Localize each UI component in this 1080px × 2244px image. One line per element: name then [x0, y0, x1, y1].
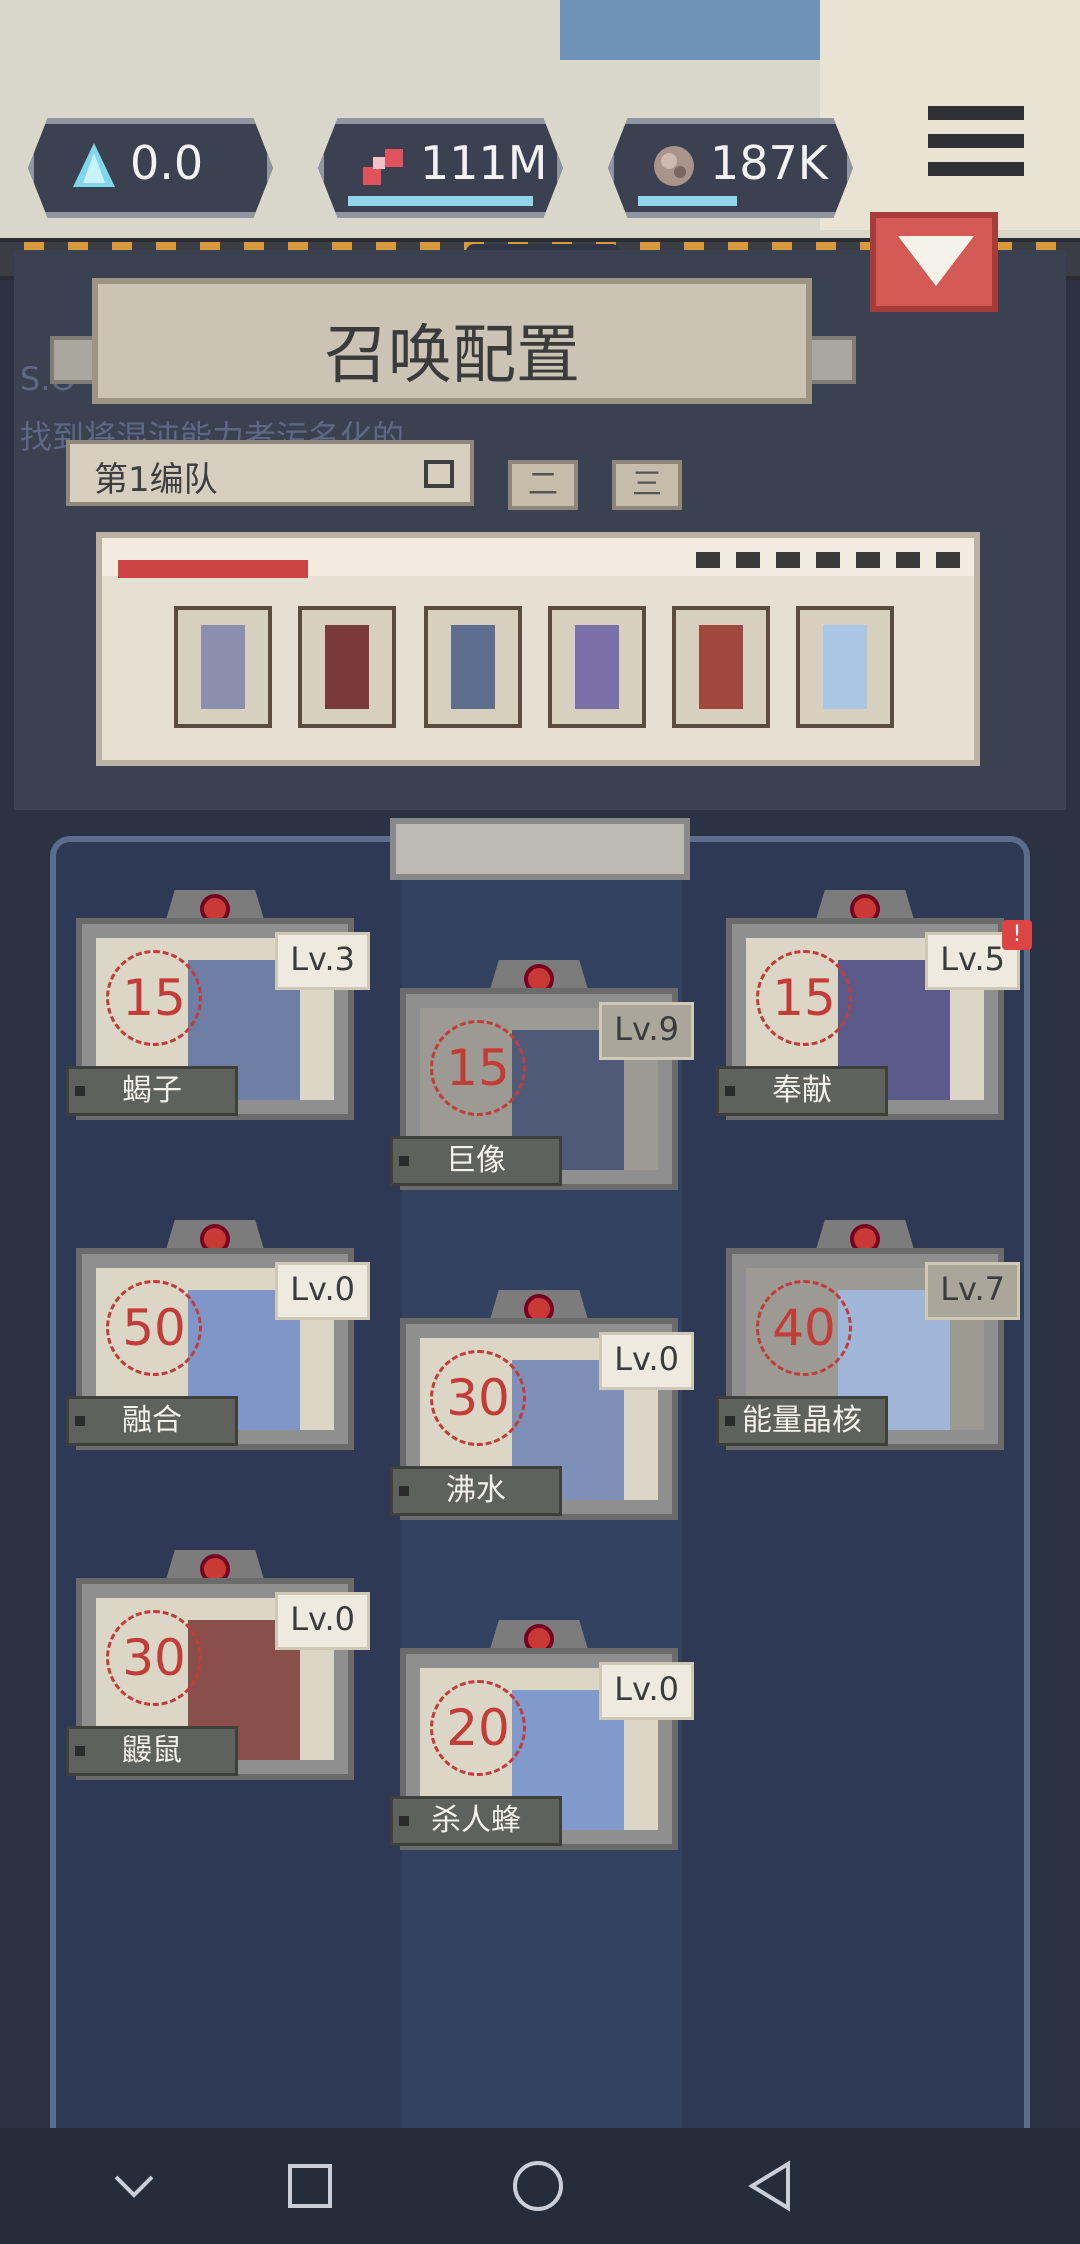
card-name: 奉献 — [716, 1066, 888, 1116]
roster-slot[interactable] — [298, 606, 396, 728]
card-level: Lv.0 — [275, 1262, 370, 1320]
summon-card[interactable]: 50 Lv.0 融合 — [66, 1220, 370, 1450]
board-header-tab — [390, 818, 690, 880]
home-icon[interactable] — [508, 2156, 568, 2216]
tab-team-3[interactable]: 三 — [612, 460, 682, 510]
menu-icon[interactable] — [920, 104, 1030, 184]
summon-cost: 15 — [106, 950, 202, 1046]
team-name: 第1编队 — [94, 460, 218, 500]
card-name: 融合 — [66, 1396, 238, 1446]
team-roster — [96, 532, 980, 766]
summon-card[interactable]: 15 Lv.5 奉献! — [716, 890, 1032, 1120]
card-level: Lv.9 — [599, 1002, 694, 1060]
sky-patch — [560, 0, 820, 60]
alert-badge: ! — [1002, 920, 1032, 950]
summon-card[interactable]: 15 Lv.9 巨像 — [390, 960, 694, 1190]
blood-value: 111M — [420, 136, 548, 190]
summon-card[interactable]: 15 Lv.3 蝎子 — [66, 890, 370, 1120]
chevron-down-icon — [898, 236, 974, 286]
team-selector[interactable]: 第1编队 — [66, 440, 474, 506]
tab-team-2[interactable]: 二 — [508, 460, 578, 510]
roster-slot[interactable] — [174, 606, 272, 728]
summon-cost: 30 — [106, 1610, 202, 1706]
card-level: Lv.7 — [925, 1262, 1020, 1320]
blood-bar — [348, 196, 533, 206]
card-name: 巨像 — [390, 1136, 562, 1186]
roster-ribbon — [118, 560, 308, 578]
card-name: 杀人蜂 — [390, 1796, 562, 1846]
summon-cost: 20 — [430, 1680, 526, 1776]
card-name: 鼹鼠 — [66, 1726, 238, 1776]
summon-cost: 15 — [756, 950, 852, 1046]
back-icon[interactable] — [740, 2156, 800, 2216]
crystal-value: 0.0 — [130, 136, 204, 190]
roster-slot[interactable] — [796, 606, 894, 728]
flesh-value: 187K — [710, 136, 828, 190]
summon-cost: 30 — [430, 1350, 526, 1446]
crystal-icon — [68, 140, 120, 192]
card-name: 沸水 — [390, 1466, 562, 1516]
roster-slot[interactable] — [672, 606, 770, 728]
roster-dots — [696, 552, 960, 568]
card-name: 蝎子 — [66, 1066, 238, 1116]
summon-card[interactable]: 40 Lv.7 能量晶核 — [716, 1220, 1020, 1450]
summon-card[interactable]: 30 Lv.0 鼹鼠 — [66, 1550, 370, 1780]
flesh-bar — [638, 196, 737, 206]
roster-slot[interactable] — [548, 606, 646, 728]
summon-cost: 50 — [106, 1280, 202, 1376]
edit-icon[interactable] — [424, 460, 454, 488]
recent-apps-icon[interactable] — [280, 2156, 340, 2216]
flesh-chunk-icon — [648, 140, 700, 192]
blood-cells-icon — [358, 140, 410, 192]
title-board: 召唤配置 — [92, 278, 812, 404]
card-level: Lv.0 — [599, 1662, 694, 1720]
summon-cost: 40 — [756, 1280, 852, 1376]
flesh-counter: 187K — [608, 118, 853, 218]
chevron-down-icon[interactable] — [104, 2156, 164, 2216]
system-nav-bar — [0, 2128, 1080, 2244]
summon-card[interactable]: 30 Lv.0 沸水 — [390, 1290, 694, 1520]
summon-cost: 15 — [430, 1020, 526, 1116]
roster-slot[interactable] — [424, 606, 522, 728]
collapse-button[interactable] — [870, 212, 998, 312]
card-level: Lv.0 — [275, 1592, 370, 1650]
crystal-counter: 0.0 — [28, 118, 273, 218]
summon-card[interactable]: 20 Lv.0 杀人蜂 — [390, 1620, 694, 1850]
card-level: Lv.3 — [275, 932, 370, 990]
card-level: Lv.0 — [599, 1332, 694, 1390]
blood-counter: 111M — [318, 118, 563, 218]
page-title: 召唤配置 — [324, 319, 580, 393]
card-name: 能量晶核 — [716, 1396, 888, 1446]
